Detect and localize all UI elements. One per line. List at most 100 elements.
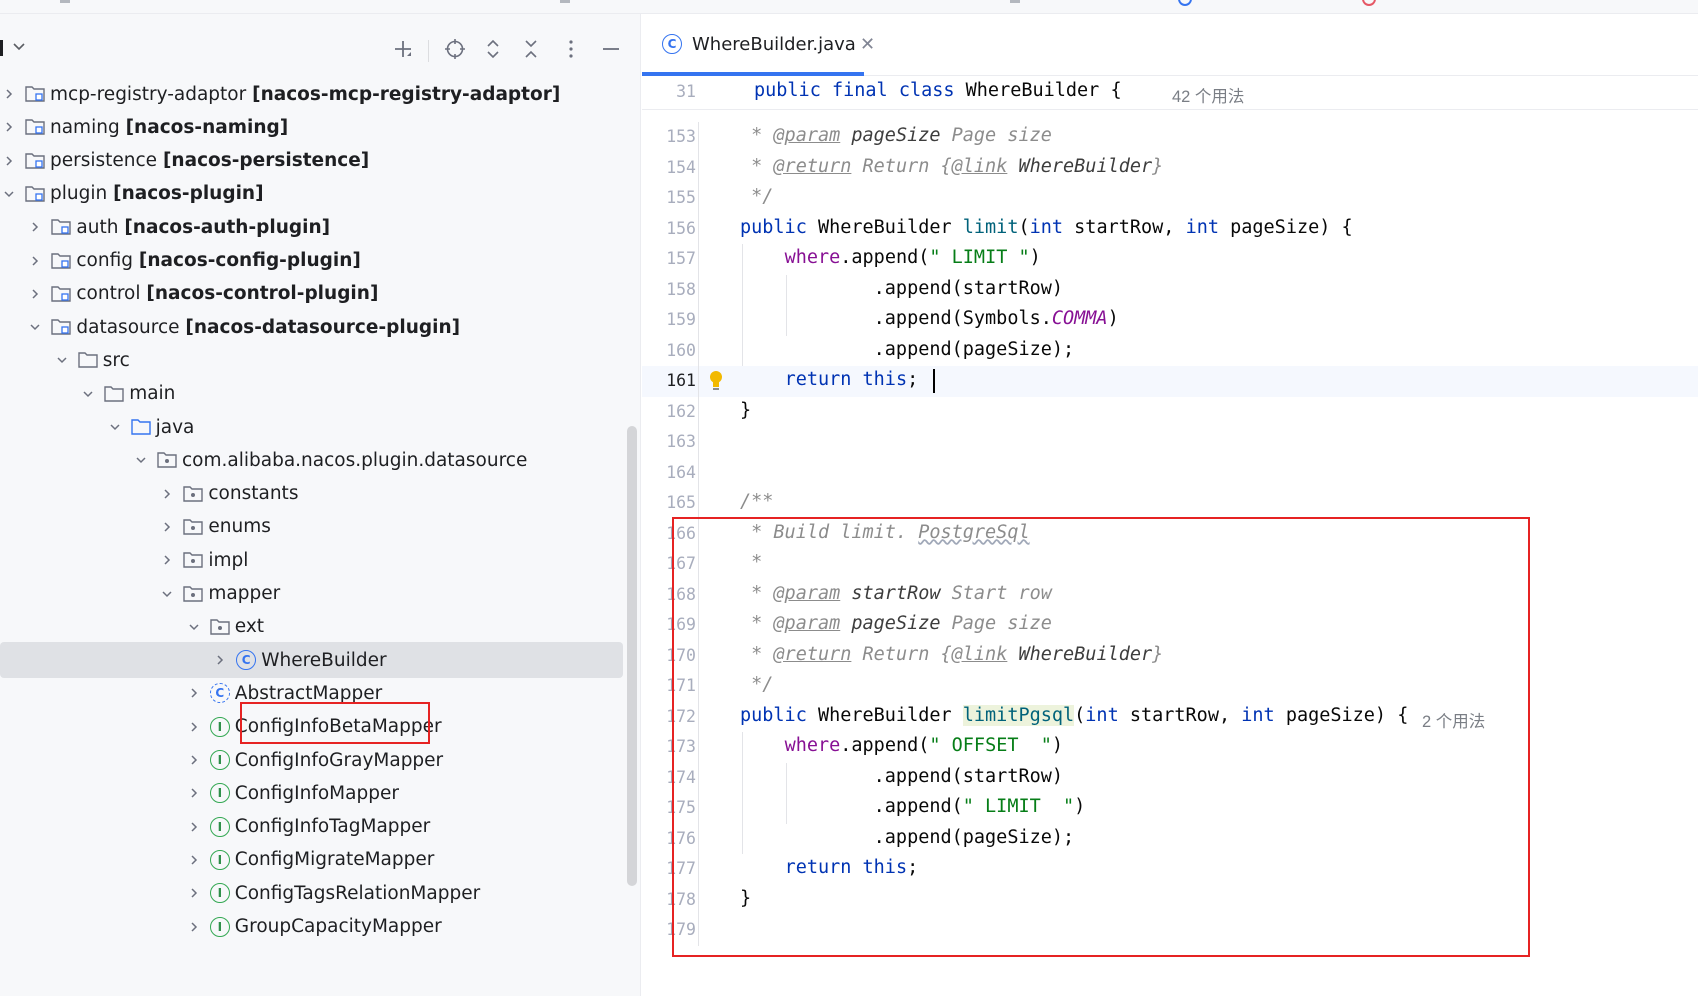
locate-file-icon[interactable] [440, 34, 470, 64]
code-line[interactable]: 159 .append(Symbols.COMMA) [642, 305, 1698, 336]
tree-item[interactable]: main [0, 376, 640, 412]
chevron-right-icon[interactable] [2, 154, 16, 168]
project-toolbar [0, 14, 640, 76]
code-line[interactable]: 158 .append(startRow) [642, 275, 1698, 306]
sticky-class-header[interactable]: 31 public final class WhereBuilder { 42 … [642, 76, 1698, 110]
chevron-right-icon[interactable] [187, 686, 201, 700]
tree-item[interactable]: datasource [nacos-datasource-plugin] [0, 309, 640, 345]
tree-item[interactable]: config [nacos-config-plugin] [0, 243, 640, 279]
chevron-right-icon[interactable] [187, 853, 201, 867]
tab-wherebuilder[interactable]: C WhereBuilder.java ✕ [642, 14, 875, 76]
tree-item[interactable]: I ConfigTagsRelationMapper [0, 875, 640, 911]
code-line[interactable]: 155 */ [642, 183, 1698, 214]
chevron-right-icon[interactable] [160, 553, 174, 567]
chevron-down-icon[interactable] [81, 387, 95, 401]
code-line[interactable]: 153 * @param pageSize Page size [642, 122, 1698, 153]
tree-item[interactable]: ext [0, 609, 640, 645]
toolbar-separator [428, 40, 429, 62]
chevron-right-icon[interactable] [187, 753, 201, 767]
chevron-right-icon[interactable] [187, 786, 201, 800]
chevron-right-icon[interactable] [28, 287, 42, 301]
line-number: 165 [666, 493, 696, 512]
chevron-down-icon[interactable] [187, 620, 201, 634]
tree-item[interactable]: I ConfigMigrateMapper [0, 842, 640, 878]
code-line[interactable]: 161 return this; [642, 366, 1698, 397]
tree-item-label: GroupCapacityMapper [234, 916, 442, 937]
tree-item[interactable]: constants [0, 476, 640, 512]
module-name: [nacos-persistence] [162, 150, 370, 172]
code-line[interactable]: 164 [642, 458, 1698, 489]
usages-hint[interactable]: 42 个用法 [1172, 83, 1244, 107]
chevron-right-icon[interactable] [187, 720, 201, 734]
code-line[interactable]: 154 * @return Return {@link WhereBuilder… [642, 153, 1698, 184]
tree-item[interactable]: java [0, 409, 640, 445]
tab-fragment [60, 0, 70, 3]
tree-item[interactable]: I ConfigInfoMapper [0, 775, 640, 811]
tree-item[interactable]: mcp-registry-adaptor [nacos-mcp-registry… [0, 76, 640, 112]
options-menu-icon[interactable] [556, 34, 586, 64]
chevron-right-icon[interactable] [2, 87, 16, 101]
tree-item[interactable]: impl [0, 542, 640, 578]
tree-item[interactable]: naming [nacos-naming] [0, 109, 640, 145]
code-line[interactable]: 160 .append(pageSize); [642, 336, 1698, 367]
folder-icon [103, 383, 125, 405]
interface-icon: I [209, 849, 231, 871]
expand-all-icon[interactable] [478, 34, 508, 64]
code-line[interactable]: 156 public WhereBuilder limit(int startRo… [642, 214, 1698, 245]
chevron-down-icon[interactable] [2, 187, 16, 201]
code-line[interactable]: 162} [642, 397, 1698, 428]
tree-item[interactable]: enums [0, 509, 640, 545]
tree-item-label: enums [208, 516, 271, 538]
chevron-down-icon[interactable] [28, 320, 42, 334]
line-number: 156 [666, 218, 696, 238]
tree-item-label: control [nacos-control-plugin] [76, 283, 379, 305]
new-file-icon[interactable] [388, 34, 418, 64]
tree-item[interactable]: mapper [0, 576, 640, 612]
tab-fragment [560, 0, 570, 3]
chevron-right-icon[interactable] [160, 487, 174, 501]
tree-item[interactable]: persistence [nacos-persistence] [0, 143, 640, 179]
chevron-down-icon[interactable] [134, 453, 148, 467]
tab-fragment [1010, 0, 1020, 3]
tree-item[interactable]: src [0, 342, 640, 378]
indent-guide [742, 244, 743, 366]
chevron-right-icon[interactable] [187, 886, 201, 900]
status-icon [1178, 0, 1192, 6]
tree-item[interactable]: com.alibaba.nacos.plugin.datasource [0, 442, 640, 478]
tree-item[interactable]: C WhereBuilder [0, 642, 623, 679]
view-dropdown-chevron-icon[interactable] [12, 38, 26, 57]
chevron-right-icon[interactable] [187, 820, 201, 834]
tree-item[interactable]: plugin [nacos-plugin] [0, 176, 640, 212]
chevron-right-icon[interactable] [28, 254, 42, 268]
lightbulb-icon[interactable] [708, 370, 724, 392]
close-icon[interactable]: ✕ [860, 34, 875, 55]
tab-title: WhereBuilder.java [692, 34, 856, 55]
code-line[interactable]: 165 /** [642, 488, 1698, 519]
chevron-right-icon[interactable] [2, 120, 16, 134]
tree-item[interactable]: auth [nacos-auth-plugin] [0, 209, 640, 245]
chevron-down-icon[interactable] [160, 587, 174, 601]
code-text: * @return Return {@link WhereBuilder} [751, 155, 1164, 177]
code-line[interactable]: 163 [642, 427, 1698, 458]
chevron-right-icon[interactable] [213, 653, 227, 667]
module-name: [nacos-plugin] [113, 183, 264, 205]
tree-item[interactable]: I GroupCapacityMapper [0, 909, 640, 945]
collapse-all-icon[interactable] [516, 34, 546, 64]
chevron-right-icon[interactable] [160, 520, 174, 534]
error-icon [1362, 0, 1376, 6]
chevron-down-icon[interactable] [55, 353, 69, 367]
hide-panel-icon[interactable] [596, 34, 626, 64]
tree-item-label: auth [nacos-auth-plugin] [76, 216, 331, 238]
chevron-right-icon[interactable] [28, 220, 42, 234]
chevron-down-icon[interactable] [108, 420, 122, 434]
interface-icon: I [209, 816, 231, 838]
code-text: * @param pageSize Page size [751, 125, 1052, 146]
code-line[interactable]: 157 where.append(" LIMIT ") [642, 244, 1698, 275]
chevron-right-icon[interactable] [187, 920, 201, 934]
tree-item[interactable]: I ConfigInfoTagMapper [0, 809, 640, 845]
code-text: .append(pageSize); [873, 338, 1075, 360]
tree-item[interactable]: control [nacos-control-plugin] [0, 276, 640, 312]
line-number: 164 [666, 462, 696, 482]
project-scrollbar[interactable] [627, 426, 637, 886]
tree-item[interactable]: I ConfigInfoGrayMapper [0, 742, 640, 778]
